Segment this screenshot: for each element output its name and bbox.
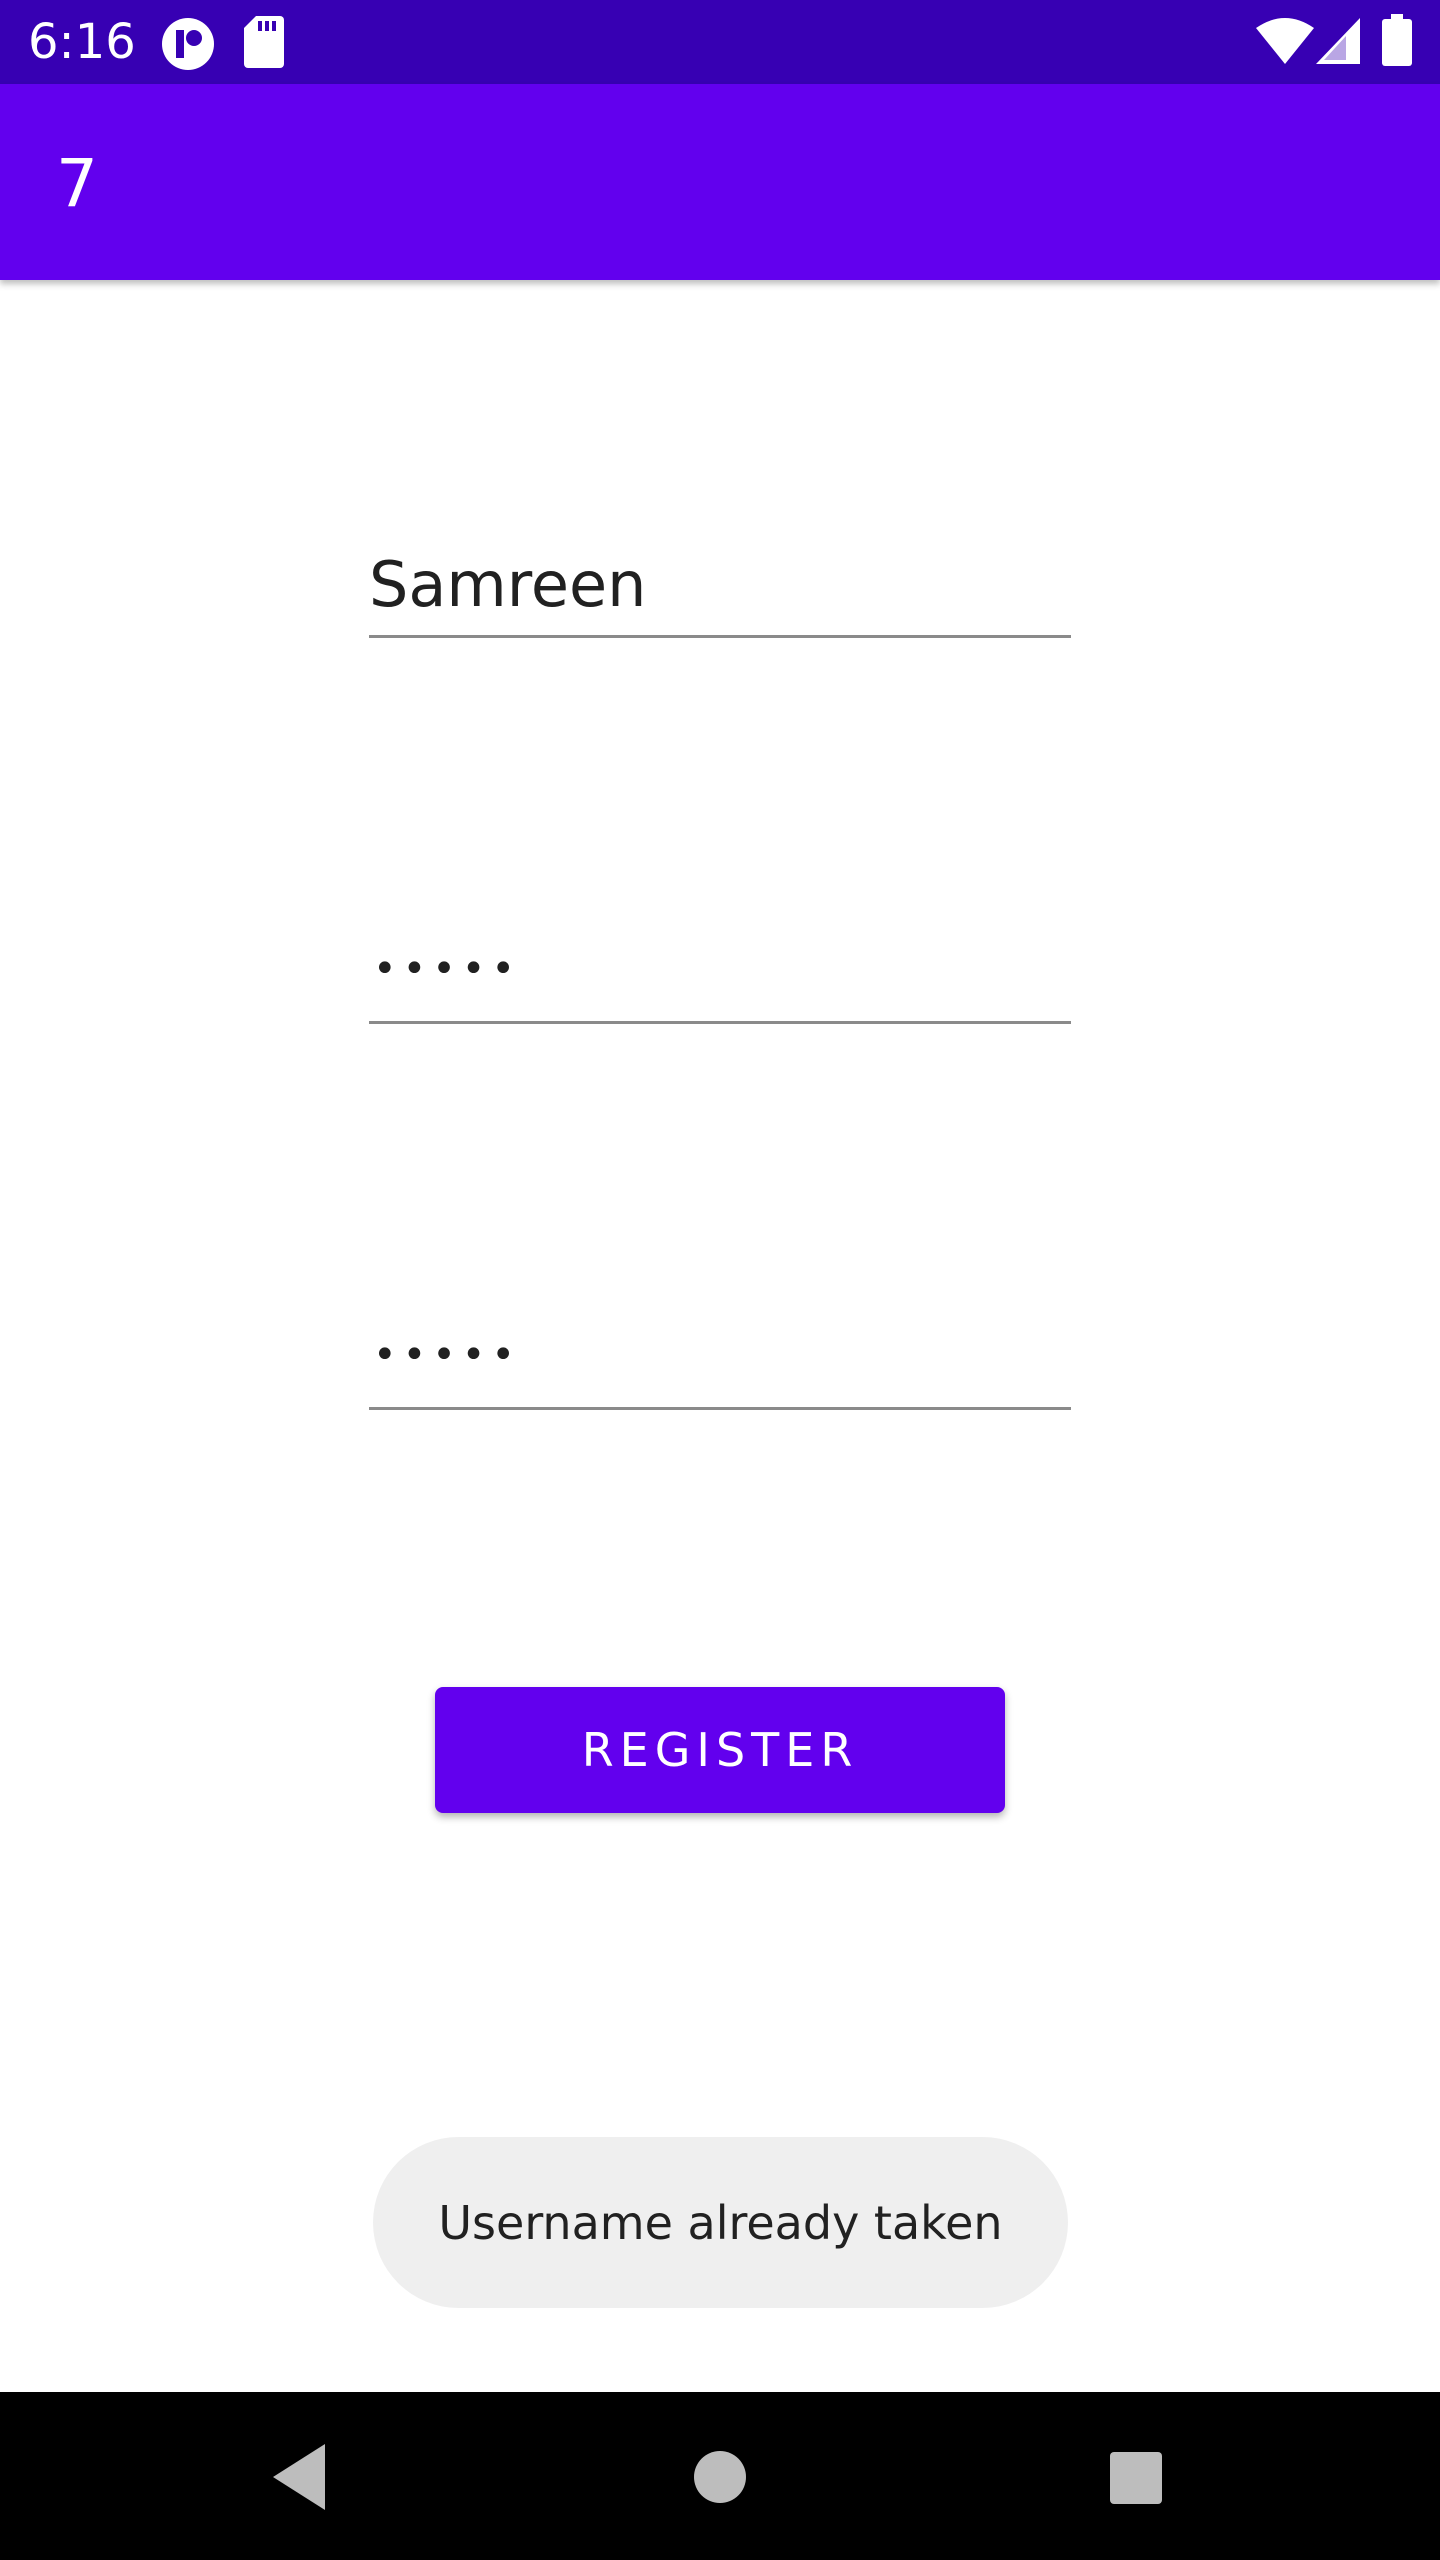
wifi-icon: [1256, 18, 1314, 64]
app-title: 7: [56, 145, 98, 222]
battery-icon: [1382, 14, 1412, 66]
app-bar: 7: [0, 84, 1440, 280]
home-icon[interactable]: [675, 2432, 765, 2522]
recents-icon[interactable]: [1090, 2432, 1180, 2522]
password-field[interactable]: •••••: [369, 912, 1071, 1024]
toast-text: Username already taken: [438, 2195, 1003, 2250]
confirm-password-field[interactable]: •••••: [369, 1298, 1071, 1410]
register-button[interactable]: REGISTER: [435, 1687, 1005, 1813]
toast-message: Username already taken: [373, 2137, 1068, 2308]
signal-icon: [1316, 18, 1360, 64]
status-time: 6:16: [28, 14, 136, 70]
confirm-password-value: •••••: [373, 1332, 521, 1378]
username-value: Samreen: [369, 548, 647, 621]
app-notification-icon: [162, 18, 214, 70]
sd-card-icon: [244, 16, 284, 68]
status-bar: 6:16: [0, 0, 1440, 84]
back-icon[interactable]: [255, 2432, 345, 2522]
username-field[interactable]: Samreen: [369, 526, 1071, 638]
navigation-bar: [0, 2392, 1440, 2560]
password-value: •••••: [373, 946, 521, 992]
